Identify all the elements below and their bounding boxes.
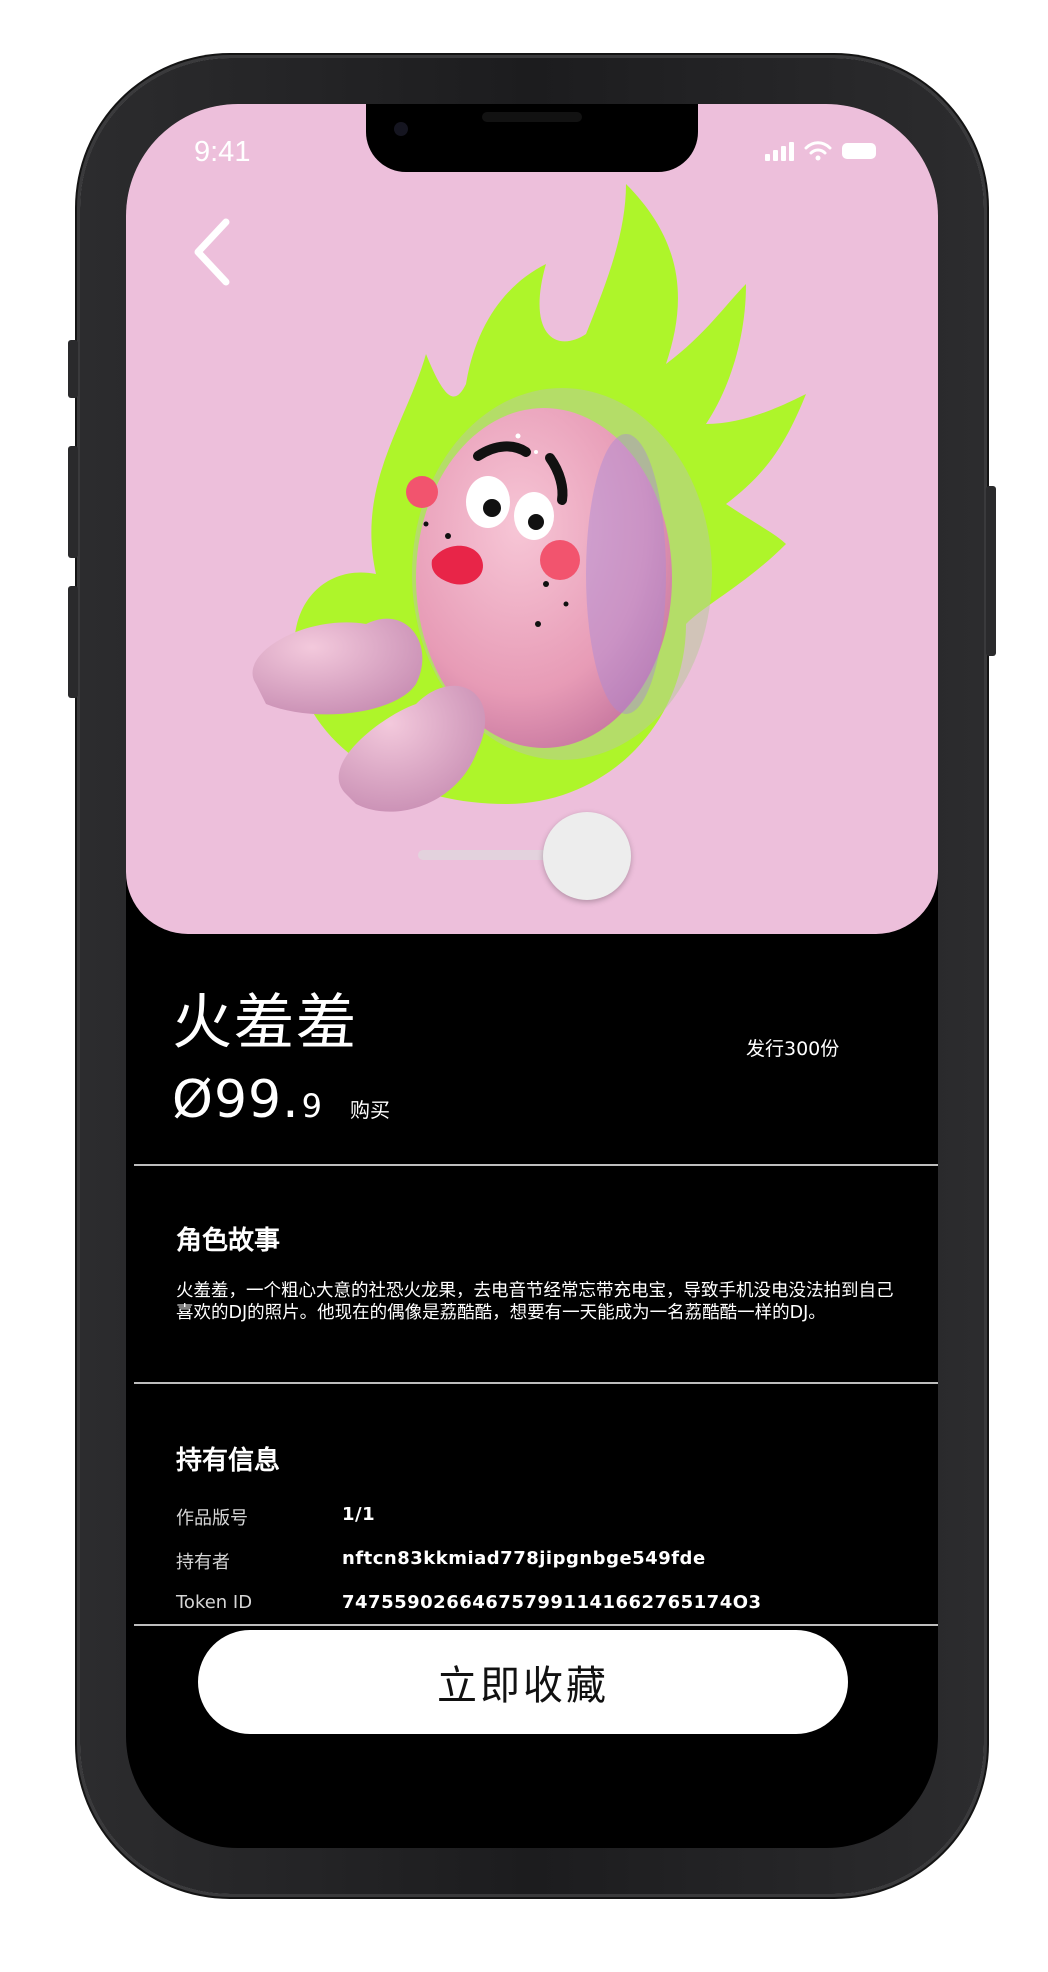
edition-count: 发行300份 (746, 1038, 840, 1060)
battery-icon (842, 143, 876, 159)
status-time: 9:41 (194, 136, 251, 168)
price-row: Ø 99. 9 购买 (172, 1070, 390, 1130)
info-value: 747559026646757991141662765174O3 (342, 1592, 762, 1613)
info-row-token-id: Token ID 747559026646757991141662765174O… (176, 1592, 762, 1613)
story-text: 火羞羞，一个粗心大意的社恐火龙果，去电音节经常忘带充电宝，导致手机没电没法拍到自… (176, 1281, 894, 1323)
image-pager-knob[interactable] (543, 812, 631, 900)
signal-icon (765, 141, 794, 161)
chevron-left-icon (194, 218, 230, 286)
divider (134, 1624, 938, 1626)
wifi-icon (804, 141, 832, 161)
nft-title: 火羞羞 (172, 988, 358, 1058)
back-button[interactable] (184, 210, 244, 290)
info-row-holder: 持有者 nftcn83kkmiad778jipgnbge549fde (176, 1548, 706, 1574)
price-symbol: Ø (172, 1070, 214, 1130)
notch (366, 104, 698, 172)
info-row-edition-number: 作品版号 1/1 (176, 1504, 375, 1530)
price-main: 99. (213, 1070, 300, 1130)
story-title: 角色故事 (176, 1226, 281, 1256)
screen: 9:41 火羞羞 发行300份 Ø 99. 9 购买 角色故事 火羞羞，一个粗心… (126, 104, 938, 1848)
holding-title: 持有信息 (176, 1446, 281, 1476)
volume-down-button (68, 586, 78, 698)
info-value: nftcn83kkmiad778jipgnbge549fde (342, 1548, 706, 1569)
info-label: Token ID (176, 1592, 253, 1613)
buy-link[interactable]: 购买 (350, 1094, 390, 1123)
volume-up-button (68, 446, 78, 558)
info-label: 持有者 (176, 1552, 230, 1573)
divider (134, 1164, 938, 1166)
right-cheek (540, 540, 580, 580)
phone-frame: 9:41 火羞羞 发行300份 Ø 99. 9 购买 角色故事 火羞羞，一个粗心… (68, 58, 996, 1894)
silent-switch (68, 340, 78, 398)
collect-button[interactable]: 立即收藏 (198, 1630, 848, 1734)
camera-icon (394, 122, 408, 136)
price-decimal: 9 (301, 1087, 322, 1125)
divider (134, 1382, 938, 1384)
status-icons (765, 140, 876, 162)
speaker-grille (482, 112, 582, 122)
artwork-hero (126, 104, 938, 934)
left-cheek (406, 476, 438, 508)
power-button (986, 486, 996, 656)
info-label: 作品版号 (176, 1508, 248, 1529)
character-artwork (252, 184, 806, 812)
info-value: 1/1 (342, 1504, 376, 1525)
